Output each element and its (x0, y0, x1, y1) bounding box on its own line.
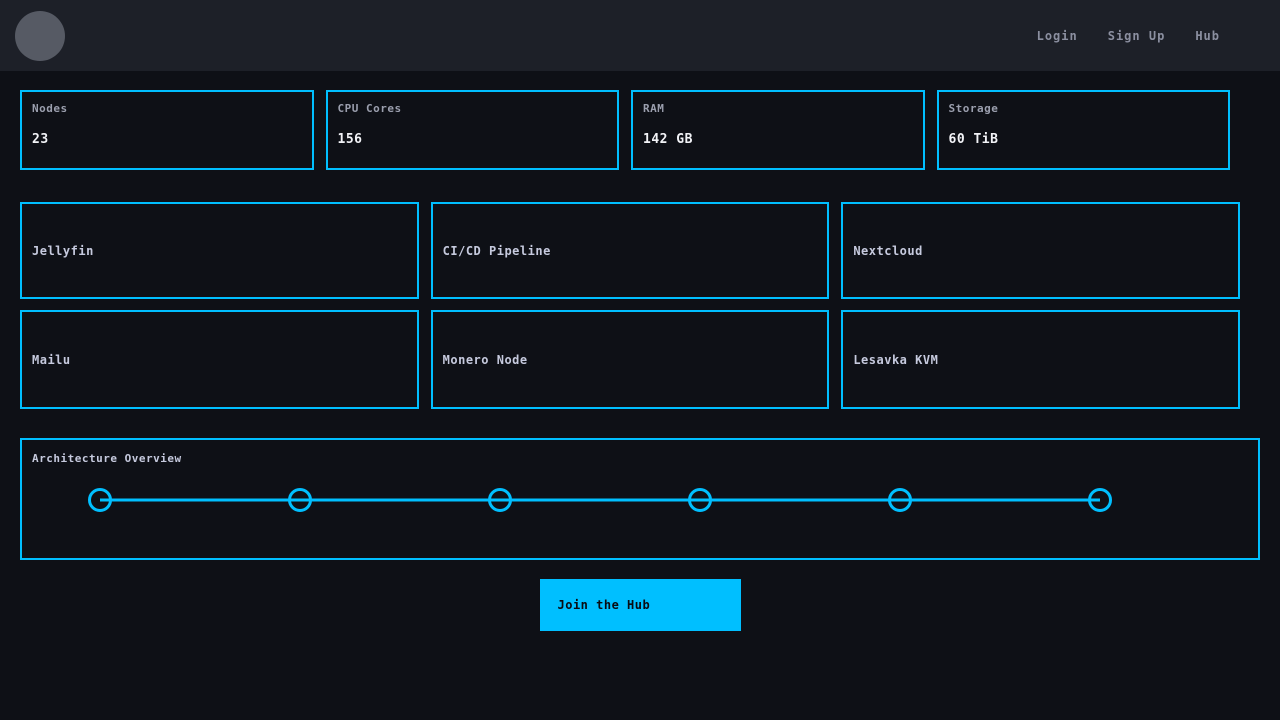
stat-card-storage: Storage 60 TiB (937, 90, 1231, 170)
architecture-diagram (22, 440, 1258, 558)
join-hub-button[interactable]: Join the Hub (540, 579, 741, 631)
service-card-cicd-pipeline[interactable]: CI/CD Pipeline (431, 202, 830, 299)
service-card-jellyfin[interactable]: Jellyfin (20, 202, 419, 299)
avatar-logo[interactable] (15, 11, 65, 61)
nav-link-hub[interactable]: Hub (1195, 29, 1220, 43)
service-name: CI/CD Pipeline (443, 244, 551, 258)
services-grid: Jellyfin CI/CD Pipeline Nextcloud Mailu … (20, 202, 1240, 409)
navbar: Login Sign Up Hub (0, 0, 1280, 71)
stat-label: CPU Cores (338, 102, 608, 115)
stat-value: 142 GB (643, 132, 913, 147)
service-name: Lesavka KVM (853, 353, 938, 367)
service-card-lesavka-kvm[interactable]: Lesavka KVM (841, 310, 1240, 409)
stat-label: Nodes (32, 102, 302, 115)
service-name: Nextcloud (853, 244, 923, 258)
service-card-mailu[interactable]: Mailu (20, 310, 419, 409)
stat-label: RAM (643, 102, 913, 115)
service-card-nextcloud[interactable]: Nextcloud (841, 202, 1240, 299)
architecture-card: Architecture Overview (20, 438, 1260, 560)
stats-row: Nodes 23 CPU Cores 156 RAM 142 GB Storag… (20, 90, 1230, 170)
stat-card-ram: RAM 142 GB (631, 90, 925, 170)
service-card-monero-node[interactable]: Monero Node (431, 310, 830, 409)
nav-link-signup[interactable]: Sign Up (1108, 29, 1166, 43)
service-name: Monero Node (443, 353, 528, 367)
stat-value: 156 (338, 132, 608, 147)
stat-value: 23 (32, 132, 302, 147)
service-name: Jellyfin (32, 244, 94, 258)
stat-label: Storage (949, 102, 1219, 115)
service-name: Mailu (32, 353, 71, 367)
nav-link-login[interactable]: Login (1037, 29, 1078, 43)
stat-value: 60 TiB (949, 132, 1219, 147)
nav-links: Login Sign Up Hub (1037, 29, 1220, 43)
main-content: Nodes 23 CPU Cores 156 RAM 142 GB Storag… (0, 71, 1280, 631)
stat-card-nodes: Nodes 23 (20, 90, 314, 170)
stat-card-cpu-cores: CPU Cores 156 (326, 90, 620, 170)
